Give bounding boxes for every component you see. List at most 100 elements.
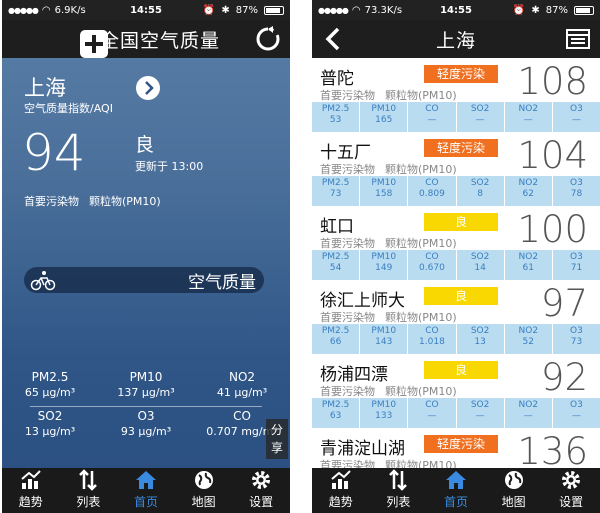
list-view-button[interactable]: [564, 25, 592, 53]
navigation-bar: 上海: [312, 20, 600, 58]
station-item[interactable]: 普陀 轻度污染 108 首要污染物 颗粒物(PM10) PM2.5 53 PM10 165 CO —…: [312, 58, 600, 132]
metric-name: PM2.5: [321, 326, 350, 336]
metric-name: CO: [425, 326, 439, 336]
metric-name: NO2: [518, 252, 539, 262]
navigation-bar: 全国空气质量: [2, 20, 290, 58]
refresh-button[interactable]: [254, 25, 282, 53]
share-button[interactable]: 分享: [266, 419, 288, 459]
metric-cell: NO2—: [505, 398, 553, 428]
primary-pollutant-label: 首要污染物: [320, 459, 375, 468]
station-header: 杨浦四漂 良 92 首要污染物 颗粒物(PM10): [312, 354, 600, 399]
metric-name: O3: [570, 104, 583, 114]
wifi-icon: ◠: [41, 4, 51, 16]
chevron-left-icon: [325, 27, 340, 51]
station-item[interactable]: 虹口良 100 首要污染物 颗粒物(PM10) PM2.5 54 PM10 149 CO 0.67…: [312, 206, 600, 280]
metric-name: PM10: [371, 104, 397, 114]
tab-trend[interactable]: 趋势: [312, 468, 370, 513]
metric-value: 53: [329, 115, 342, 125]
pollution-level-badge: 良: [424, 213, 498, 231]
back-button[interactable]: [320, 25, 348, 53]
status-bar: ●●●●● ◠ 73.3K/s 14:55 ⏰ ✱ 87%: [312, 0, 600, 20]
tab-map[interactable]: 地图: [175, 468, 233, 513]
primary-pollutant-label: 首要污染物: [320, 385, 375, 398]
battery-icon: [574, 5, 594, 15]
station-aqi: 108: [517, 60, 588, 103]
station-item[interactable]: 杨浦四漂良 92 首要污染物 颗粒物(PM10) PM2.5 63 PM10 133 CO — SO…: [312, 354, 600, 428]
metric-value: —: [571, 411, 581, 421]
sort-icon: [389, 469, 408, 491]
tab-bar: 趋势 列表 首页 地图 设置: [312, 468, 600, 513]
tab-trend[interactable]: 趋势: [2, 468, 60, 513]
alarm-icon: ⏰: [512, 4, 526, 16]
tab-list[interactable]: 列表: [370, 468, 428, 513]
metric-name: PM10: [371, 400, 397, 410]
station-item[interactable]: 徐汇上师大良 97 首要污染物 颗粒物(PM10) PM2.5 66 PM10 143 CO 1.…: [312, 280, 600, 354]
metric-value: 62: [522, 189, 534, 199]
metric-cell: PM10 143: [360, 324, 409, 354]
primary-pollutant-value: 颗粒物(PM10): [385, 385, 457, 398]
metric-cell: O3 71: [553, 250, 600, 280]
add-city-button[interactable]: [79, 30, 108, 58]
metric-cell: NO2 61: [505, 250, 553, 280]
metric-value: 73: [329, 189, 342, 199]
pollutant-pm25: PM2.5 65 μg/m³: [24, 370, 76, 399]
pollution-level-badge: 轻度污染: [424, 435, 498, 453]
pollutant-no2: NO2 41 μg/m³: [216, 370, 268, 399]
wifi-icon: ◠: [351, 4, 361, 16]
metric-name: CO: [425, 400, 439, 410]
station-item[interactable]: 十五厂 轻度污染 104 首要污染物 颗粒物(PM10) PM2.5 73 PM10 158 CO…: [312, 132, 600, 206]
metric-cell: O3—: [553, 398, 600, 428]
metric-name: SO2: [470, 326, 490, 336]
tab-home[interactable]: 首页: [427, 468, 485, 513]
station-header: 虹口 良 100 首要污染物 颗粒物(PM10): [312, 206, 600, 251]
metric-value: 143: [375, 337, 393, 347]
station-name: 青浦淀山湖: [320, 439, 405, 459]
metric-cell: PM10 165: [360, 102, 409, 132]
station-aqi: 104: [517, 134, 588, 177]
primary-pollutant-label: 首要污染物: [320, 311, 375, 324]
metric-cell: NO2 62: [505, 176, 553, 206]
city-detail-button[interactable]: [136, 76, 160, 100]
station-name: 虹口: [320, 217, 354, 237]
metric-value: 133: [375, 411, 393, 421]
signal-icon: ●●●●●: [318, 5, 349, 15]
metric-cell: CO —: [408, 102, 457, 132]
metric-cell: O3 78: [553, 176, 600, 206]
tab-home[interactable]: 首页: [117, 468, 175, 513]
tab-map[interactable]: 地图: [485, 468, 543, 513]
city-stations-screen: ●●●●● ◠ 73.3K/s 14:55 ⏰ ✱ 87% 上海 普陀 轻度污染 1…: [312, 0, 600, 513]
station-header: 普陀 轻度污染 108 首要污染物 颗粒物(PM10): [312, 58, 600, 103]
update-time: 更新于 13:00: [135, 160, 204, 173]
station-header: 十五厂 轻度污染 104 首要污染物 颗粒物(PM10): [312, 132, 600, 177]
primary-pollutant: 首要污染物 颗粒物(PM10): [320, 87, 467, 103]
metric-value: 13: [474, 337, 486, 347]
pollution-level-badge: 轻度污染: [424, 139, 498, 157]
metric-value: 8: [477, 189, 483, 199]
tab-settings[interactable]: 设置: [542, 468, 600, 513]
metric-value: 78: [570, 189, 583, 199]
station-name: 杨浦四漂: [320, 365, 388, 385]
station-name: 十五厂: [320, 143, 371, 163]
tab-label: 列表: [386, 495, 411, 509]
tab-settings[interactable]: 设置: [232, 468, 290, 513]
metric-cell: PM10 158: [360, 176, 409, 206]
tab-label: 趋势: [18, 495, 43, 509]
primary-pollutant-value: 颗粒物(PM10): [385, 311, 457, 324]
metric-name: NO2: [518, 400, 539, 410]
station-item[interactable]: 青浦淀山湖 轻度污染 136 首要污染物 颗粒物(PM10): [312, 428, 600, 468]
tab-label: 地图: [501, 495, 526, 509]
air-quality-bar[interactable]: 空气质量: [24, 267, 264, 293]
tab-list[interactable]: 列表: [60, 468, 118, 513]
primary-pollutant-value: 颗粒物(PM10): [89, 195, 161, 208]
metric-cell: PM10 133: [360, 398, 409, 428]
battery-percent: 87%: [235, 4, 258, 16]
primary-pollutant-label: 首要污染物: [320, 163, 375, 176]
metric-value: 14: [474, 263, 486, 273]
metric-name: SO2: [470, 178, 490, 188]
pollutant-row: SO2 13 μg/m³ O3 93 μg/m³ CO 0.707 mg/m³: [2, 409, 290, 445]
metric-cell: NO2 52: [505, 324, 553, 354]
metric-name: PM2.5: [321, 178, 350, 188]
primary-pollutant-value: 颗粒物(PM10): [385, 163, 457, 176]
pollutant-summary: PM2.5 65 μg/m³ PM10 137 μg/m³ NO2 41 μg/…: [2, 370, 290, 445]
primary-pollutant-label: 首要污染物: [24, 195, 79, 208]
